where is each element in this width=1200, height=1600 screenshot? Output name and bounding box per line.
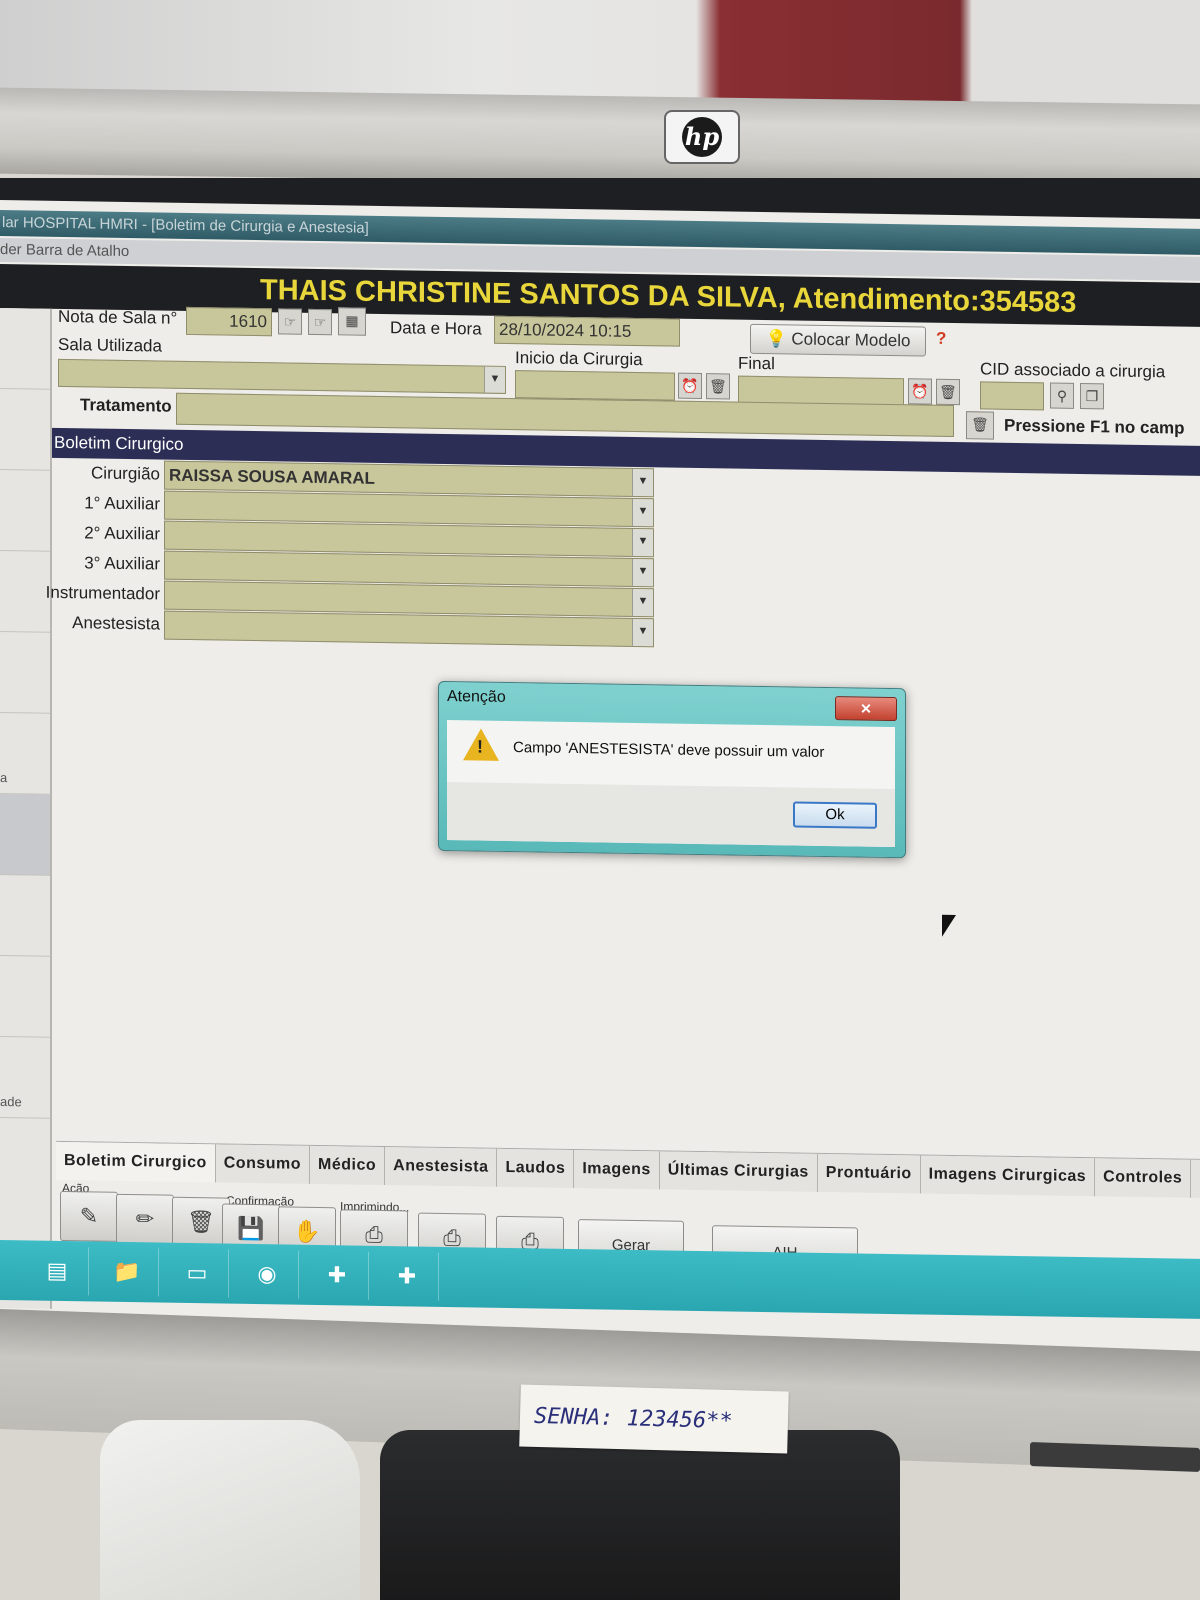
tab-laudos[interactable]: Laudos [497,1148,575,1189]
dialog-message: Campo 'ANESTESISTA' deve possuir um valo… [513,739,825,761]
data-hora-field[interactable]: 28/10/2024 10:15 [494,315,680,347]
data-hora-label: Data e Hora [390,318,482,339]
sala-label: Sala Utilizada [58,334,162,356]
rail-cell[interactable] [0,389,50,471]
tab-medico[interactable]: Médico [310,1145,386,1186]
notes-icon[interactable]: ▭ [166,1248,229,1298]
syringe-app-icon[interactable]: ✚ [376,1251,439,1301]
pencil-icon[interactable]: ✏ [116,1193,174,1245]
colocar-modelo-button[interactable]: 💡 Colocar Modelo [750,323,926,357]
chevron-down-icon[interactable]: ▼ [632,528,653,557]
search-binoculars-icon[interactable]: ⚲ [1050,382,1074,409]
tab-prontuario[interactable]: Prontuário [817,1153,921,1194]
tab-boletim-cirurgico[interactable]: Boletim Cirurgico [56,1141,216,1183]
chevron-down-icon[interactable]: ▼ [632,618,653,647]
rail-label-ade: ade [0,1094,22,1110]
nota-label: Nota de Sala n° [58,306,178,328]
alarm-clock-icon[interactable]: ⏰ [908,378,932,405]
dialog-title: Atenção [447,688,506,706]
folder-icon[interactable]: 📁 [96,1247,159,1297]
tab-imagens[interactable]: Imagens [574,1150,660,1190]
background-cloth [100,1420,360,1600]
monitor-bezel-top [0,87,1200,191]
tratamento-label: Tratamento [80,395,172,416]
colocar-modelo-label: Colocar Modelo [791,329,911,351]
tab-consumo[interactable]: Consumo [215,1144,311,1184]
auxiliar-1-label: 1° Auxiliar [84,493,160,514]
cirurgiao-label: Cirurgião [91,463,160,484]
warning-icon: ! [463,728,499,761]
rail-cell[interactable] [0,551,50,633]
tab-bar: Boletim Cirurgico Consumo Médico Anestes… [56,1140,1200,1199]
rail-cell[interactable] [0,632,50,714]
final-label: Final [738,353,775,374]
hp-logo: hp [664,110,740,164]
sala-dropdown[interactable]: ▼ [58,358,506,394]
rail-cell-selected[interactable] [0,794,50,876]
f1-hint: Pressione F1 no camp [1004,415,1185,438]
monitor-stand [380,1430,900,1600]
dialog-body: ! Campo 'ANESTESISTA' deve possuir um va… [447,720,895,848]
inicio-label: Inicio da Cirurgia [515,348,643,370]
rail-label-a: a [0,770,8,786]
rail-cell[interactable] [0,875,50,957]
nota-field[interactable]: 1610 [186,306,272,337]
password-sticky-note: SENHA: 123456** [519,1384,789,1454]
help-icon[interactable]: ? [936,329,946,349]
rail-cell[interactable] [0,470,50,552]
rail-cell[interactable] [0,956,50,1038]
calendar-icon[interactable]: ▦ [338,307,366,336]
chevron-down-icon[interactable]: ▼ [632,468,653,497]
rail-cell[interactable]: ade [0,1037,50,1119]
chrome-icon[interactable]: ◉ [236,1249,299,1299]
cirurgiao-value: RAISSA SOUSA AMARAL [169,465,375,488]
lightbulb-icon: 💡 [765,329,792,349]
trash-icon[interactable]: 🗑 [936,378,960,406]
rail-cell[interactable] [0,308,50,390]
tab-controles[interactable]: Controles [1095,1158,1192,1198]
tab-imagens-cirurgicas[interactable]: Imagens Cirurgicas [920,1155,1096,1197]
inicio-field[interactable] [515,370,675,401]
taskbar: ▤ 📁 ▭ ◉ ✚ ✚ [0,1240,1200,1319]
instrumentador-label: Instrumentador [45,582,160,604]
tab-ultimas-cirurgias[interactable]: Últimas Cirurgias [659,1151,818,1192]
copy-pages-icon[interactable]: ❐ [1080,382,1104,410]
hand-pointer-icon[interactable]: ☞ [308,308,332,336]
tab-anestesista[interactable]: Anestesista [385,1147,498,1187]
rail-cell[interactable]: a [0,713,50,795]
ok-button[interactable]: Ok [793,801,877,829]
cid-label: CID associado a cirurgia [980,359,1166,382]
monitor-control-buttons [1030,1442,1200,1472]
chevron-down-icon[interactable]: ▼ [484,366,505,393]
trash-icon[interactable]: 🗑 [966,411,994,440]
alert-dialog: Atenção ✕ ! Campo 'ANESTESISTA' deve pos… [438,680,906,859]
close-icon[interactable]: ✕ [835,696,897,722]
left-rail: a ade [0,308,52,1309]
app-screen: lar HOSPITAL HMRI - [Boletim de Cirurgia… [0,200,1200,1354]
edit-hand-icon[interactable]: ✎ [60,1190,118,1242]
chevron-down-icon[interactable]: ▼ [632,498,653,527]
auxiliar-2-label: 2° Auxiliar [84,523,160,544]
auxiliar-3-label: 3° Auxiliar [84,553,160,574]
syringe-app-icon[interactable]: ✚ [306,1250,369,1300]
anestesista-label: Anestesista [72,613,160,634]
chevron-down-icon[interactable]: ▼ [632,558,653,587]
trash-icon[interactable]: 🗑 [706,373,730,400]
tab-ciru[interactable]: Ciru [1191,1159,1200,1199]
alarm-clock-icon[interactable]: ⏰ [678,372,702,400]
chevron-down-icon[interactable]: ▼ [632,588,653,617]
dialog-footer: Ok [447,782,895,848]
cid-field[interactable] [980,381,1044,411]
excel-icon[interactable]: ▤ [26,1246,89,1296]
hand-pointer-icon[interactable]: ☞ [278,308,302,335]
